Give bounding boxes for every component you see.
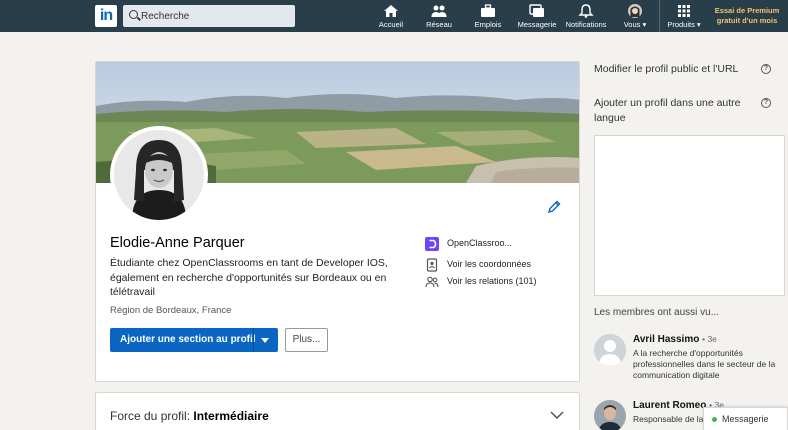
nav-item-me[interactable]: Vous ▾ [620,4,650,30]
default-avatar-icon [594,334,626,366]
profile-location: Région de Bordeaux, France [110,305,232,316]
messaging-bar[interactable]: Messagerie [703,407,788,430]
nav-label: Vous ▾ [623,20,647,29]
nav-label: Emplois [474,20,502,29]
help-icon[interactable]: ? [761,64,771,74]
profile-photo[interactable] [110,126,208,224]
add-profile-section-button[interactable]: Ajouter une section au profil [110,328,278,352]
profile-strength-text: Force du profil: Intermédiaire [110,409,269,423]
nav-label: Messagerie [517,20,557,29]
member-name-line: Avril Hassimo • 3e [633,334,717,345]
online-status-icon [712,417,717,422]
contact-info-label: Voir les coordonnées [447,259,532,269]
profile-strength-card[interactable]: Force du profil: Intermédiaire [95,392,580,430]
avatar[interactable] [594,400,626,430]
linkedin-logo[interactable]: in [95,5,117,27]
list-item[interactable]: Avril Hassimo • 3e A la recherche d'oppo… [594,334,788,386]
messaging-icon [529,4,544,17]
nav-item-jobs[interactable]: Emplois [474,4,502,30]
nav-label: Notifications [565,20,607,29]
network-icon [431,5,447,17]
briefcase-icon [481,4,495,17]
nav-label: Accueil [378,20,404,29]
member-name[interactable]: Avril Hassimo [633,334,699,345]
home-icon [384,5,398,17]
premium-trial-link[interactable]: Essai de Premium gratuit d'un mois [712,6,782,26]
top-nav-bar: in Accueil Réseau Emplois Messagerie Not… [0,0,788,32]
add-language-profile-link[interactable]: Ajouter un profil dans une autre langue [594,96,754,126]
nav-label: Réseau [426,20,452,29]
people-icon [425,276,439,288]
more-button[interactable]: Plus... [285,328,328,352]
also-viewed-title: Les membres ont aussi vu... [594,307,720,318]
nav-item-messaging[interactable]: Messagerie [517,4,557,30]
profile-strength-value: Intermédiaire [193,409,269,423]
member-name[interactable]: Laurent Romeo [633,400,706,411]
help-icon[interactable]: ? [761,98,771,108]
profile-photo-image [114,130,204,220]
nav-item-network[interactable]: Réseau [425,4,453,30]
search-box[interactable] [123,5,295,27]
edit-public-profile-link[interactable]: Modifier le profil public et l'URL [594,62,754,77]
connection-degree: • 3e [702,334,717,344]
school-name: OpenClassroo... [447,238,513,248]
nav-label: Produits ▾ [667,20,701,29]
nav-item-home[interactable]: Accueil [378,4,404,30]
connections-label: Voir les relations (101) [447,276,537,286]
member-headline: A la recherche d'opportunités profession… [633,348,776,380]
grid-icon [678,5,690,17]
profile-name: Elodie-Anne Parquer [110,235,245,251]
nav-item-notifications[interactable]: Notifications [563,4,609,30]
member-photo [594,400,626,430]
openclassrooms-logo-icon [425,237,439,251]
profile-headline: Étudiante chez OpenClassrooms en tant de… [110,257,388,298]
bell-icon [578,4,594,18]
profile-card: Elodie-Anne Parquer Étudiante chez OpenC… [95,61,580,382]
avatar [628,4,642,18]
chevron-down-icon: ▾ [696,20,701,29]
nav-item-products[interactable]: Produits ▾ [664,4,704,30]
add-profile-section-label: Ajouter une section au profil [120,334,256,345]
chevron-down-icon: ▾ [642,20,647,29]
nav-divider [659,0,660,32]
search-icon [129,10,138,19]
chevron-down-icon[interactable] [261,338,269,343]
edit-pencil-icon[interactable] [547,200,561,214]
chevron-down-icon[interactable] [550,411,564,419]
button-divider [253,328,254,352]
search-input[interactable] [141,5,291,27]
messaging-bar-label: Messagerie [722,414,769,424]
ad-placeholder [594,135,785,296]
avatar[interactable] [594,334,626,366]
contact-card-icon [426,258,438,272]
